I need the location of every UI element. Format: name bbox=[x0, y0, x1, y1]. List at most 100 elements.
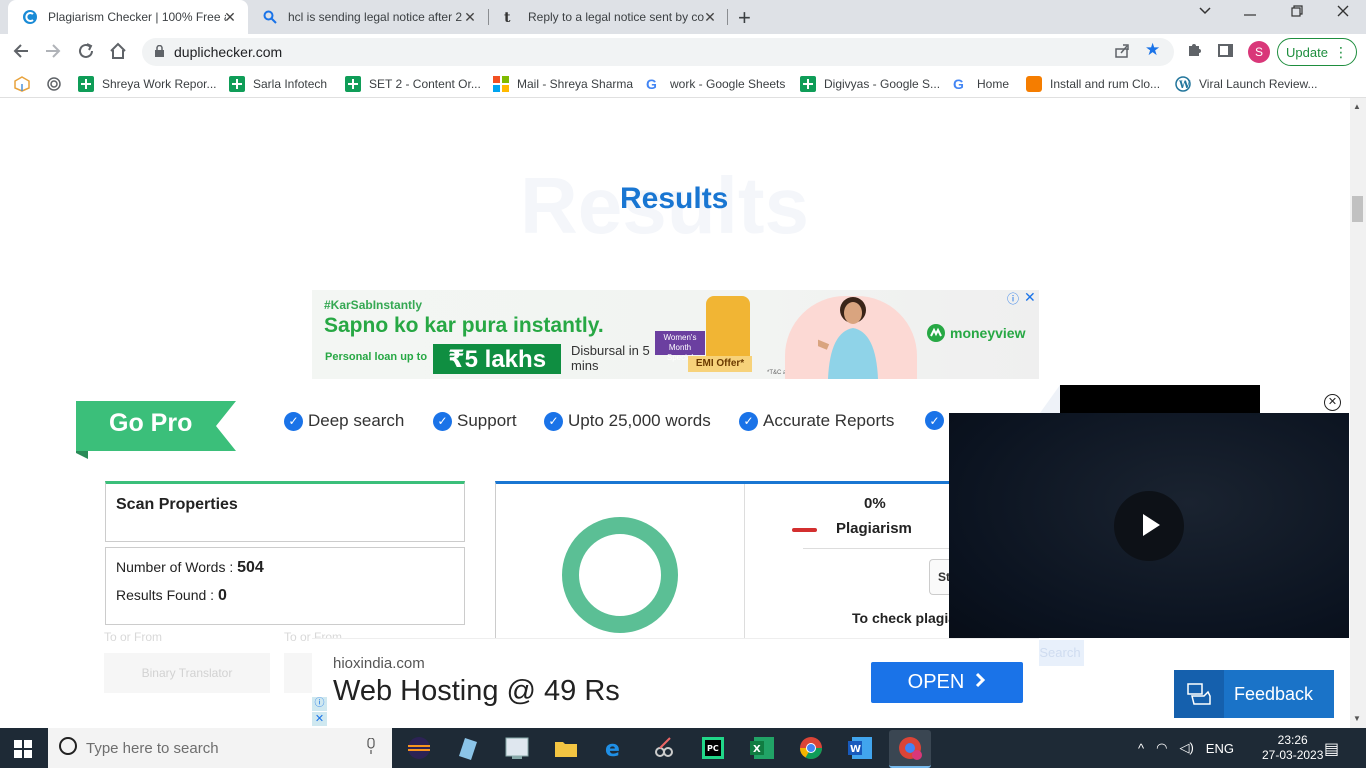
tab-title: Plagiarism Checker | 100% Free a bbox=[48, 10, 226, 24]
windows-start-icon[interactable] bbox=[14, 740, 32, 758]
tab-reply-legal-notice[interactable]: t Reply to a legal notice sent by co ✕ bbox=[488, 0, 728, 34]
ad-info-icon[interactable]: ⓘ bbox=[1007, 290, 1019, 307]
duplichecker-favicon-icon bbox=[22, 9, 38, 25]
tab-close-icon[interactable]: ✕ bbox=[222, 9, 238, 26]
tab-search-icon[interactable] bbox=[1198, 4, 1212, 22]
feature-accurate-reports: ✓ Accurate Reports bbox=[739, 411, 894, 431]
file-explorer-icon[interactable] bbox=[552, 734, 580, 762]
svg-text:W: W bbox=[1178, 80, 1191, 91]
faded-button[interactable] bbox=[284, 653, 314, 693]
snipping-tool-icon[interactable] bbox=[650, 734, 678, 762]
excel-icon[interactable]: X bbox=[748, 734, 776, 762]
word-icon[interactable]: W bbox=[846, 734, 874, 762]
tab-close-icon[interactable]: ✕ bbox=[702, 9, 718, 26]
sheets-icon bbox=[800, 76, 816, 92]
home-icon[interactable] bbox=[109, 42, 127, 65]
clock-time: 23:26 bbox=[1277, 733, 1308, 747]
lock-icon[interactable] bbox=[154, 44, 165, 61]
bookmark-mail[interactable]: Mail - Shreya Sharma bbox=[493, 76, 633, 92]
eclipse-icon[interactable] bbox=[405, 734, 433, 762]
word-count-value: 504 bbox=[237, 559, 264, 576]
ad-headline: Web Hosting @ 49 Rs bbox=[333, 675, 620, 707]
bookmark-work-sheets[interactable]: Gwork - Google Sheets bbox=[646, 76, 785, 92]
ad-disbursal: Disbursal in 5 mins bbox=[571, 343, 650, 373]
chevron-up-icon[interactable]: ^ bbox=[1138, 741, 1144, 756]
ad-brand-name: moneyview bbox=[950, 325, 1026, 341]
feedback-button[interactable]: Feedback bbox=[1174, 670, 1334, 718]
new-tab-button[interactable]: + bbox=[738, 5, 760, 31]
microphone-icon[interactable] bbox=[366, 736, 376, 759]
profile-avatar[interactable]: S bbox=[1248, 41, 1270, 63]
scrollbar-thumb[interactable] bbox=[1352, 196, 1363, 222]
svg-text:W: W bbox=[850, 744, 861, 755]
system-tray[interactable]: ^ ◠ ◁) ENG bbox=[1138, 740, 1234, 756]
tab-close-icon[interactable]: ✕ bbox=[462, 9, 478, 26]
feature-label: Accurate Reports bbox=[763, 411, 895, 430]
feedback-label: Feedback bbox=[1234, 683, 1314, 704]
share-icon[interactable] bbox=[1114, 43, 1130, 62]
pycharm-icon[interactable]: PC bbox=[699, 734, 727, 762]
video-close-icon[interactable]: ✕ bbox=[1324, 394, 1341, 411]
url-text[interactable]: duplichecker.com bbox=[174, 44, 282, 60]
network-icon[interactable]: ◠ bbox=[1156, 740, 1167, 756]
extensions-puzzle-icon[interactable] bbox=[1186, 41, 1202, 62]
bookmark-install-rum[interactable]: Install and rum Clo... bbox=[1026, 76, 1160, 92]
ad-open-button[interactable]: OPEN bbox=[871, 662, 1023, 703]
language-indicator[interactable]: ENG bbox=[1206, 741, 1234, 756]
tab-hcl-legal-notice[interactable]: hcl is sending legal notice after 2 ✕ bbox=[248, 0, 488, 34]
chrome-profile-icon-active[interactable] bbox=[889, 730, 931, 768]
reload-icon[interactable] bbox=[77, 42, 95, 65]
close-window-button[interactable] bbox=[1336, 4, 1350, 22]
ad-close-icon[interactable]: ✕ bbox=[1024, 289, 1036, 306]
wordpress-icon: W bbox=[1175, 76, 1191, 92]
bookmark-sarla-infotech[interactable]: Sarla Infotech bbox=[229, 76, 327, 92]
minimize-button[interactable] bbox=[1243, 4, 1257, 22]
side-panel-icon[interactable] bbox=[1218, 44, 1233, 57]
page-title: Results bbox=[620, 182, 729, 215]
tab-separator bbox=[727, 9, 728, 25]
app-icon-window[interactable] bbox=[503, 734, 531, 762]
tab-title: Reply to a legal notice sent by co bbox=[528, 10, 705, 24]
to-check-text: To check plagiarism bbox=[852, 610, 952, 626]
ad-close-icon[interactable]: ✕ bbox=[312, 712, 327, 726]
update-button[interactable]: Update ⋮ bbox=[1277, 38, 1357, 66]
ad-info-icon[interactable]: ⓘ bbox=[312, 697, 327, 711]
microsoft-icon bbox=[493, 76, 509, 92]
forward-arrow-icon[interactable] bbox=[44, 42, 62, 65]
bookmark-label: Digivyas - Google S... bbox=[824, 77, 941, 91]
chevron-right-icon bbox=[974, 671, 986, 694]
bookmark-viral-launch[interactable]: W Viral Launch Review... bbox=[1175, 76, 1318, 92]
scroll-down-arrow-icon[interactable]: ▼ bbox=[1353, 714, 1361, 723]
app-icon-blue-card[interactable] bbox=[453, 734, 481, 762]
apps-icon[interactable] bbox=[14, 76, 30, 92]
bookmark-shreya-work-report[interactable]: Shreya Work Repor... bbox=[78, 76, 217, 92]
bookmark-digivyas[interactable]: Digivyas - Google S... bbox=[800, 76, 940, 92]
gopro-label[interactable]: Go Pro bbox=[109, 409, 192, 438]
tab-plagiarism-checker[interactable]: Plagiarism Checker | 100% Free a ✕ bbox=[8, 0, 248, 34]
speaker-icon[interactable]: ◁) bbox=[1179, 740, 1193, 756]
bookmark-home[interactable]: G Home bbox=[953, 76, 1009, 92]
sheets-icon bbox=[345, 76, 361, 92]
clock[interactable]: 23:26 27-03-2023 bbox=[1262, 733, 1323, 763]
search-button-faded[interactable]: Search bbox=[1036, 640, 1084, 666]
bookmark-star-icon[interactable]: ★ bbox=[1145, 40, 1160, 60]
scrollbar[interactable] bbox=[1350, 98, 1366, 728]
search-icon bbox=[262, 9, 278, 25]
bookmark-set2-content[interactable]: SET 2 - Content Or... bbox=[345, 76, 481, 92]
play-icon[interactable] bbox=[1143, 514, 1160, 536]
blogger-icon bbox=[1026, 76, 1042, 92]
ad-womens-badge: Women's Month Special bbox=[655, 331, 705, 362]
notifications-icon[interactable]: ▤ bbox=[1324, 739, 1339, 759]
scroll-up-arrow-icon[interactable]: ▲ bbox=[1353, 102, 1361, 111]
restore-button[interactable] bbox=[1290, 4, 1304, 22]
address-bar[interactable] bbox=[142, 38, 1174, 66]
binary-translator-button[interactable]: Binary Translator bbox=[104, 653, 270, 693]
google-icon: G bbox=[953, 76, 964, 92]
feedback-icon bbox=[1174, 670, 1224, 718]
taskbar-search-box[interactable]: Type here to search bbox=[48, 728, 392, 768]
chrome-icon[interactable] bbox=[797, 734, 825, 762]
back-arrow-icon[interactable] bbox=[12, 42, 30, 65]
check-icon: ✓ bbox=[284, 411, 303, 431]
tab-groups-icon[interactable] bbox=[46, 76, 62, 92]
edge-icon[interactable]: e bbox=[601, 734, 629, 762]
